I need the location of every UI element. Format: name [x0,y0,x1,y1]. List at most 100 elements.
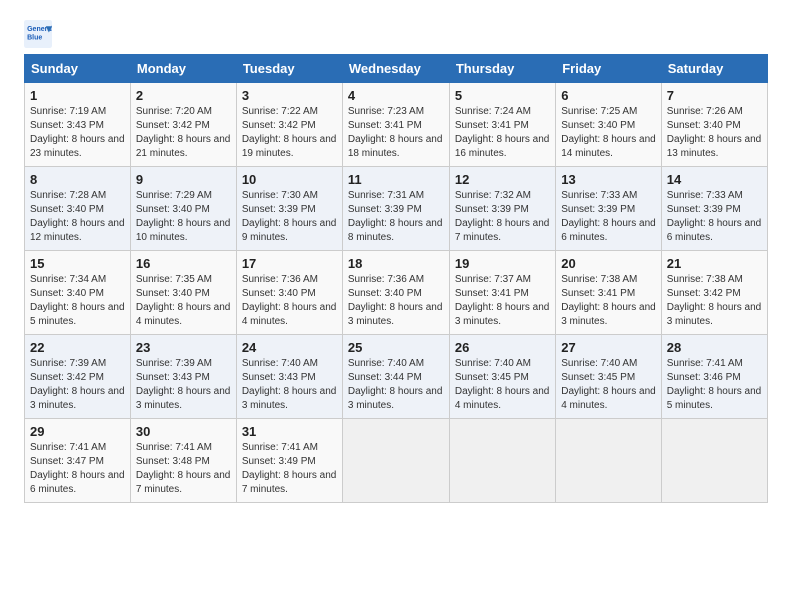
day-number: 2 [136,88,231,103]
day-number: 8 [30,172,125,187]
calendar-cell: 30 Sunrise: 7:41 AMSunset: 3:48 PMDaylig… [130,419,236,503]
calendar-week-3: 15 Sunrise: 7:34 AMSunset: 3:40 PMDaylig… [25,251,768,335]
day-number: 19 [455,256,550,271]
day-number: 21 [667,256,762,271]
calendar-cell: 24 Sunrise: 7:40 AMSunset: 3:43 PMDaylig… [236,335,342,419]
calendar-cell [449,419,555,503]
day-number: 31 [242,424,337,439]
calendar-cell: 22 Sunrise: 7:39 AMSunset: 3:42 PMDaylig… [25,335,131,419]
calendar-cell: 9 Sunrise: 7:29 AMSunset: 3:40 PMDayligh… [130,167,236,251]
day-info: Sunrise: 7:24 AMSunset: 3:41 PMDaylight:… [455,106,550,159]
day-info: Sunrise: 7:41 AMSunset: 3:46 PMDaylight:… [667,358,762,411]
day-number: 11 [348,172,444,187]
calendar-cell: 8 Sunrise: 7:28 AMSunset: 3:40 PMDayligh… [25,167,131,251]
calendar-table: Sunday Monday Tuesday Wednesday Thursday… [24,54,768,503]
day-info: Sunrise: 7:41 AMSunset: 3:47 PMDaylight:… [30,442,125,495]
day-info: Sunrise: 7:34 AMSunset: 3:40 PMDaylight:… [30,274,125,327]
col-tuesday: Tuesday [236,55,342,83]
calendar-cell: 5 Sunrise: 7:24 AMSunset: 3:41 PMDayligh… [449,83,555,167]
calendar-week-1: 1 Sunrise: 7:19 AMSunset: 3:43 PMDayligh… [25,83,768,167]
calendar-cell: 28 Sunrise: 7:41 AMSunset: 3:46 PMDaylig… [661,335,767,419]
day-number: 7 [667,88,762,103]
day-info: Sunrise: 7:30 AMSunset: 3:39 PMDaylight:… [242,190,337,243]
day-info: Sunrise: 7:33 AMSunset: 3:39 PMDaylight:… [561,190,656,243]
calendar-cell: 17 Sunrise: 7:36 AMSunset: 3:40 PMDaylig… [236,251,342,335]
calendar-cell [661,419,767,503]
day-number: 13 [561,172,656,187]
day-number: 10 [242,172,337,187]
day-number: 1 [30,88,125,103]
calendar-cell: 10 Sunrise: 7:30 AMSunset: 3:39 PMDaylig… [236,167,342,251]
day-number: 27 [561,340,656,355]
calendar-cell: 7 Sunrise: 7:26 AMSunset: 3:40 PMDayligh… [661,83,767,167]
day-info: Sunrise: 7:37 AMSunset: 3:41 PMDaylight:… [455,274,550,327]
day-info: Sunrise: 7:36 AMSunset: 3:40 PMDaylight:… [348,274,443,327]
day-number: 5 [455,88,550,103]
calendar-cell: 23 Sunrise: 7:39 AMSunset: 3:43 PMDaylig… [130,335,236,419]
day-number: 26 [455,340,550,355]
day-number: 18 [348,256,444,271]
calendar-cell: 15 Sunrise: 7:34 AMSunset: 3:40 PMDaylig… [25,251,131,335]
day-number: 24 [242,340,337,355]
day-number: 3 [242,88,337,103]
calendar-cell: 18 Sunrise: 7:36 AMSunset: 3:40 PMDaylig… [342,251,449,335]
calendar-cell: 13 Sunrise: 7:33 AMSunset: 3:39 PMDaylig… [556,167,662,251]
calendar-cell: 3 Sunrise: 7:22 AMSunset: 3:42 PMDayligh… [236,83,342,167]
calendar-week-2: 8 Sunrise: 7:28 AMSunset: 3:40 PMDayligh… [25,167,768,251]
svg-text:Blue: Blue [27,34,42,41]
calendar-cell [342,419,449,503]
day-info: Sunrise: 7:38 AMSunset: 3:41 PMDaylight:… [561,274,656,327]
day-info: Sunrise: 7:26 AMSunset: 3:40 PMDaylight:… [667,106,762,159]
calendar-cell: 6 Sunrise: 7:25 AMSunset: 3:40 PMDayligh… [556,83,662,167]
calendar-cell: 25 Sunrise: 7:40 AMSunset: 3:44 PMDaylig… [342,335,449,419]
calendar-cell: 11 Sunrise: 7:31 AMSunset: 3:39 PMDaylig… [342,167,449,251]
day-info: Sunrise: 7:40 AMSunset: 3:44 PMDaylight:… [348,358,443,411]
day-info: Sunrise: 7:28 AMSunset: 3:40 PMDaylight:… [30,190,125,243]
day-number: 30 [136,424,231,439]
day-number: 9 [136,172,231,187]
day-info: Sunrise: 7:20 AMSunset: 3:42 PMDaylight:… [136,106,231,159]
day-info: Sunrise: 7:40 AMSunset: 3:45 PMDaylight:… [561,358,656,411]
calendar-body: 1 Sunrise: 7:19 AMSunset: 3:43 PMDayligh… [25,83,768,503]
day-info: Sunrise: 7:33 AMSunset: 3:39 PMDaylight:… [667,190,762,243]
day-number: 15 [30,256,125,271]
day-number: 23 [136,340,231,355]
day-info: Sunrise: 7:41 AMSunset: 3:48 PMDaylight:… [136,442,231,495]
calendar-week-5: 29 Sunrise: 7:41 AMSunset: 3:47 PMDaylig… [25,419,768,503]
day-info: Sunrise: 7:39 AMSunset: 3:43 PMDaylight:… [136,358,231,411]
calendar-cell: 29 Sunrise: 7:41 AMSunset: 3:47 PMDaylig… [25,419,131,503]
col-sunday: Sunday [25,55,131,83]
calendar-cell: 27 Sunrise: 7:40 AMSunset: 3:45 PMDaylig… [556,335,662,419]
col-friday: Friday [556,55,662,83]
day-number: 6 [561,88,656,103]
day-info: Sunrise: 7:32 AMSunset: 3:39 PMDaylight:… [455,190,550,243]
day-info: Sunrise: 7:25 AMSunset: 3:40 PMDaylight:… [561,106,656,159]
calendar-cell: 19 Sunrise: 7:37 AMSunset: 3:41 PMDaylig… [449,251,555,335]
day-info: Sunrise: 7:22 AMSunset: 3:42 PMDaylight:… [242,106,337,159]
day-info: Sunrise: 7:19 AMSunset: 3:43 PMDaylight:… [30,106,125,159]
day-info: Sunrise: 7:40 AMSunset: 3:45 PMDaylight:… [455,358,550,411]
day-number: 4 [348,88,444,103]
calendar-cell: 31 Sunrise: 7:41 AMSunset: 3:49 PMDaylig… [236,419,342,503]
calendar-cell: 12 Sunrise: 7:32 AMSunset: 3:39 PMDaylig… [449,167,555,251]
day-number: 17 [242,256,337,271]
calendar-cell: 14 Sunrise: 7:33 AMSunset: 3:39 PMDaylig… [661,167,767,251]
day-info: Sunrise: 7:40 AMSunset: 3:43 PMDaylight:… [242,358,337,411]
day-info: Sunrise: 7:35 AMSunset: 3:40 PMDaylight:… [136,274,231,327]
calendar-header: Sunday Monday Tuesday Wednesday Thursday… [25,55,768,83]
calendar-cell: 16 Sunrise: 7:35 AMSunset: 3:40 PMDaylig… [130,251,236,335]
day-info: Sunrise: 7:39 AMSunset: 3:42 PMDaylight:… [30,358,125,411]
day-number: 29 [30,424,125,439]
calendar-cell: 4 Sunrise: 7:23 AMSunset: 3:41 PMDayligh… [342,83,449,167]
calendar-cell: 1 Sunrise: 7:19 AMSunset: 3:43 PMDayligh… [25,83,131,167]
col-saturday: Saturday [661,55,767,83]
page-header: General Blue [24,20,768,48]
logo: General Blue [24,20,56,48]
calendar-cell: 2 Sunrise: 7:20 AMSunset: 3:42 PMDayligh… [130,83,236,167]
day-number: 28 [667,340,762,355]
day-number: 22 [30,340,125,355]
day-number: 16 [136,256,231,271]
day-info: Sunrise: 7:31 AMSunset: 3:39 PMDaylight:… [348,190,443,243]
logo-icon: General Blue [24,20,52,48]
calendar-cell: 26 Sunrise: 7:40 AMSunset: 3:45 PMDaylig… [449,335,555,419]
